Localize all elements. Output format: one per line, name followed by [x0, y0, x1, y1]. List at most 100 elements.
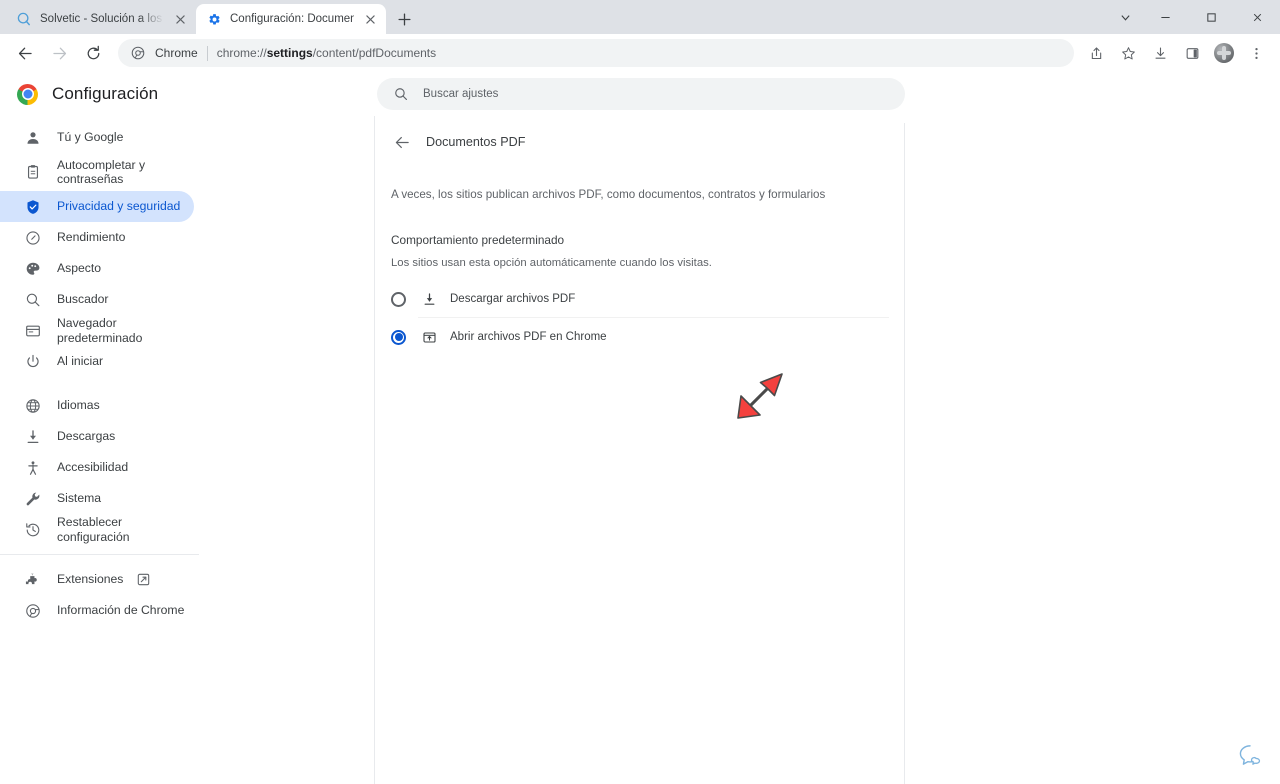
sidebar-item-extensions[interactable]: Extensiones [0, 564, 194, 595]
radio-button-checked[interactable] [391, 329, 406, 345]
url-prefix: chrome:// [216, 46, 267, 60]
settings-page: Configuración Buscar ajustes Tú y Google… [0, 72, 1280, 784]
sidebar-item-system[interactable]: Sistema [0, 483, 194, 514]
tab-title: Configuración: Documentos PDF [230, 13, 354, 25]
sidebar-item-appearance[interactable]: Aspecto [0, 253, 194, 284]
radio-option-open-pdf-in-chrome[interactable]: Abrir archivos PDF en Chrome [375, 318, 904, 356]
back-arrow-icon[interactable] [391, 131, 413, 153]
minimize-icon[interactable] [1142, 1, 1188, 33]
star-icon[interactable] [1115, 40, 1141, 66]
sidebar-item-privacy-security[interactable]: Privacidad y seguridad [0, 191, 194, 222]
settings-header: Configuración [0, 72, 1280, 116]
sidebar-item-on-startup[interactable]: Al iniciar [0, 346, 194, 377]
download-icon [421, 291, 437, 307]
sidebar-item-default-browser[interactable]: Navegador predeterminado [0, 315, 194, 346]
close-icon[interactable] [362, 11, 378, 27]
sidebar-item-label: Descargas [57, 429, 116, 444]
close-icon[interactable] [1234, 1, 1280, 33]
sidebar-item-you-and-google[interactable]: Tú y Google [0, 122, 194, 153]
close-icon[interactable] [172, 11, 188, 27]
chrome-logo-icon [17, 83, 38, 105]
reload-icon[interactable] [79, 39, 107, 67]
radio-button-unchecked[interactable] [391, 291, 406, 307]
chevron-down-icon[interactable] [1108, 1, 1142, 33]
settings-brand[interactable]: Configuración [0, 83, 375, 105]
puzzle-icon [24, 571, 42, 589]
omnibox-chip-label: Chrome [155, 46, 198, 60]
browser-tab-solvetic[interactable]: Solvetic - Solución a los problem [6, 4, 196, 34]
sidebar-item-search-engine[interactable]: Buscador [0, 284, 194, 315]
omnibox-url: chrome://settings/content/pdfDocuments [217, 46, 436, 60]
back-icon[interactable] [11, 39, 39, 67]
pdf-documents-card: Documentos PDF A veces, los sitios publi… [375, 123, 905, 784]
sidebar-item-label: Rendimiento [57, 230, 126, 245]
download-icon[interactable] [1147, 40, 1173, 66]
browser-window-icon [24, 322, 42, 340]
sidebar-item-label: Navegador predeterminado [57, 316, 143, 345]
sidebar-item-label: Sistema [57, 491, 102, 506]
palette-icon [24, 260, 42, 278]
search-icon [24, 291, 42, 309]
external-link-icon [137, 573, 150, 586]
settings-main: Documentos PDF A veces, los sitios publi… [375, 116, 1280, 784]
subpage-title: Documentos PDF [426, 135, 526, 149]
sidebar-item-label: Autocompletar y contraseñas [57, 157, 146, 186]
default-behavior-title: Comportamiento predeterminado [391, 233, 565, 248]
maximize-icon[interactable] [1188, 1, 1234, 33]
search-input[interactable] [423, 88, 889, 100]
solvetic-favicon [16, 11, 32, 27]
globe-icon [24, 397, 42, 415]
radio-option-download-pdf[interactable]: Descargar archivos PDF [375, 280, 904, 319]
address-bar[interactable]: Chrome chrome://settings/content/pdfDocu… [118, 39, 1074, 67]
tab-strip: Solvetic - Solución a los problem Config… [0, 0, 1280, 34]
open-in-window-icon [421, 329, 437, 345]
sidebar-item-reset-settings[interactable]: Restablecer configuración [0, 514, 194, 545]
power-icon [24, 353, 42, 371]
sidebar-item-accessibility[interactable]: Accesibilidad [0, 452, 194, 483]
search-icon [393, 86, 409, 102]
sidebar-item-label: Restablecer configuración [57, 515, 130, 544]
sidebar-item-label: Información de Chrome [57, 603, 185, 618]
settings-search-bar[interactable] [377, 78, 905, 110]
page-title: Configuración [52, 84, 159, 103]
three-dot-menu-icon[interactable] [1243, 40, 1269, 66]
history-restore-icon [24, 521, 42, 539]
feedback-bubble-button[interactable] [1230, 736, 1270, 776]
radio-option-label: Descargar archivos PDF [450, 293, 576, 306]
sidebar-item-label: Tú y Google [57, 130, 124, 145]
sidebar-item-about-chrome[interactable]: Información de Chrome [0, 595, 194, 626]
sidebar-item-languages[interactable]: Idiomas [0, 390, 194, 421]
wrench-icon [24, 490, 42, 508]
url-bold: settings [266, 46, 313, 60]
subpage-header: Documentos PDF [375, 123, 904, 161]
window-controls [1108, 0, 1280, 34]
person-icon [24, 129, 42, 147]
clipboard-icon [24, 163, 42, 181]
accessibility-icon [24, 459, 42, 477]
pdf-description: A veces, los sitios publican archivos PD… [391, 188, 826, 201]
sidebar-item-label: Buscador [57, 292, 109, 307]
toolbar-actions [1080, 40, 1272, 66]
browser-tab-settings[interactable]: Configuración: Documentos PDF [196, 4, 386, 34]
sidebar-item-label: Accesibilidad [57, 460, 129, 475]
side-panel-icon[interactable] [1179, 40, 1205, 66]
new-tab-button[interactable] [390, 5, 418, 33]
settings-body: Tú y Google Autocompletar y contraseñas [0, 116, 1280, 784]
chrome-icon [24, 602, 42, 620]
radio-option-label: Abrir archivos PDF en Chrome [450, 331, 607, 344]
sidebar-item-performance[interactable]: Rendimiento [0, 222, 194, 253]
download-icon [24, 428, 42, 446]
browser-toolbar: Chrome chrome://settings/content/pdfDocu… [0, 34, 1280, 72]
settings-sidebar: Tú y Google Autocompletar y contraseñas [0, 116, 375, 784]
pdf-behavior-radio-group: Descargar archivos PDF Abrir archivos PD… [375, 280, 904, 356]
shield-icon [24, 198, 42, 216]
share-icon[interactable] [1083, 40, 1109, 66]
avatar[interactable] [1211, 40, 1237, 66]
forward-icon[interactable] [45, 39, 73, 67]
omnibox-separator [206, 45, 208, 61]
sidebar-item-autofill-passwords[interactable]: Autocompletar y contraseñas [0, 153, 194, 191]
annotation-arrow [735, 371, 787, 421]
sidebar-item-downloads[interactable]: Descargas [0, 421, 194, 452]
sidebar-item-label: Al iniciar [57, 354, 104, 369]
default-behavior-subtitle: Los sitios usan esta opción automáticame… [391, 257, 712, 270]
